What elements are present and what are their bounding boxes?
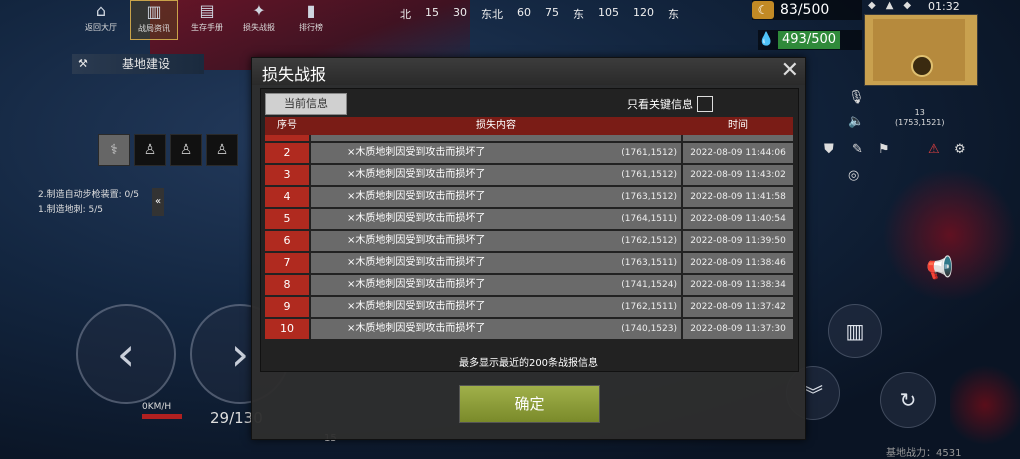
skill-slot[interactable]: ♙ <box>170 134 202 166</box>
table-row: 10 ×木质地刺因受到攻击而损坏了 (1740,1523) 2022-08-09 … <box>265 319 793 339</box>
header-time: 时间 <box>728 120 748 131</box>
skill-slot[interactable]: ♙ <box>206 134 238 166</box>
gear-icon[interactable]: ⚙ <box>954 142 966 157</box>
skill-slot[interactable]: ♙ <box>134 134 166 166</box>
shield-icon[interactable]: ⛊ <box>824 142 834 157</box>
warning-icon[interactable]: ⚠ <box>928 142 940 157</box>
nav-battle-report[interactable]: ✦ 损失战报 <box>236 0 282 38</box>
skill-bar: ⚕ ♙ ♙ ♙ <box>98 134 238 166</box>
quest-item[interactable]: 2.制造自动步枪装置: 0/5 <box>38 188 139 203</box>
vehicle-button[interactable]: ▥ <box>828 304 882 358</box>
clock: 01:32 <box>928 0 960 13</box>
base-strength: 基地战力：4531 <box>886 448 962 459</box>
header-content: 损失内容 <box>476 120 516 131</box>
barrel-icon: ▥ <box>845 319 865 343</box>
report-list[interactable]: 2 ×木质地刺因受到攻击而损坏了 (1761,1512) 2022-08-09 1… <box>265 135 793 367</box>
battle-report-icon: ✦ <box>252 1 266 20</box>
dialog-title: 损失战报 <box>262 65 327 84</box>
swap-seat-button[interactable]: ↻ <box>880 372 936 428</box>
collapse-quest-button[interactable]: « <box>152 188 164 216</box>
table-row: 5 ×木质地刺因受到攻击而损坏了 (1764,1511) 2022-08-09 1… <box>265 209 793 229</box>
book-icon: ▤ <box>199 1 215 20</box>
quest-item[interactable]: 1.制造地刺: 5/5 <box>38 203 139 218</box>
chevron-double-down-icon: ︾ <box>803 382 823 407</box>
skill-slot[interactable]: ⚕ <box>98 134 130 166</box>
key-info-filter[interactable]: 只看关键信息 <box>627 96 713 112</box>
status-icons: ◆▲◆ <box>868 0 922 11</box>
player-marker-icon <box>911 55 933 77</box>
home-icon: ⌂ <box>95 1 107 20</box>
wrench-icon: ⚒ <box>78 57 88 70</box>
close-icon[interactable]: ✕ <box>781 60 799 82</box>
chevron-left-icon: ‹ <box>116 327 136 381</box>
confirm-button[interactable]: 确定 <box>459 385 600 423</box>
flag-icon[interactable]: ⚑ <box>878 142 890 157</box>
table-header: 序号 损失内容 时间 <box>265 117 793 135</box>
table-row: 3 ×木质地刺因受到攻击而损坏了 (1761,1512) 2022-08-09 1… <box>265 165 793 185</box>
vehicle-speed: 0KM/H <box>142 402 182 419</box>
seat-rotate-icon: ↻ <box>899 388 917 412</box>
compass-strip: 北 15 30 东北 60 75 东 105 120 东 <box>400 6 679 21</box>
base-build-button[interactable]: ⚒ 基地建设 <box>72 54 204 74</box>
nav-leaderboard[interactable]: ▮ 排行榜 <box>288 0 334 38</box>
table-row-partial <box>265 135 793 141</box>
table-row: 2 ×木质地刺因受到攻击而损坏了 (1761,1512) 2022-08-09 1… <box>265 143 793 163</box>
speaker-icon[interactable]: 🔈 <box>848 114 864 129</box>
microphone-icon[interactable]: 🎙 <box>848 90 865 105</box>
bike-icon[interactable]: ◎ <box>848 168 859 183</box>
table-row: 7 ×木质地刺因受到攻击而损坏了 (1763,1511) 2022-08-09 1… <box>265 253 793 273</box>
map-coordinates: 13 (1753,1521) <box>895 108 945 127</box>
nav-home[interactable]: ⌂ 返回大厅 <box>78 0 124 38</box>
terrain-red-area <box>950 360 1020 450</box>
supply-resource: ☾ 83/500 <box>752 0 862 20</box>
top-nav: ⌂ 返回大厅 ▥ 战局资讯 ▤ 生存手册 ✦ 损失战报 ▮ 排行榜 <box>78 0 334 40</box>
report-panel: 当前信息 只看关键信息 序号 损失内容 时间 2 ×木质地刺因受到攻击而损坏了(… <box>260 88 799 372</box>
table-row: 8 ×木质地刺因受到攻击而损坏了 (1741,1524) 2022-08-09 1… <box>265 275 793 295</box>
dialog-titlebar: 损失战报 ✕ <box>252 58 805 85</box>
knife-icon[interactable]: ✎ <box>852 142 863 157</box>
tab-current-info[interactable]: 当前信息 <box>265 93 347 115</box>
news-icon: ▥ <box>146 2 162 21</box>
loss-report-dialog: 损失战报 ✕ 当前信息 只看关键信息 序号 损失内容 时间 2 ×木质地刺因受到… <box>251 57 806 440</box>
megaphone-icon[interactable]: 📢 <box>926 256 953 281</box>
minimap[interactable] <box>864 14 978 86</box>
water-resource: 💧 493/500 <box>758 30 862 50</box>
move-left-button[interactable]: ‹ <box>76 304 176 404</box>
water-drop-icon: 💧 <box>758 32 775 47</box>
nav-handbook[interactable]: ▤ 生存手册 <box>184 0 230 38</box>
footer-note: 最多显示最近的200条战报信息 <box>458 358 599 369</box>
key-info-checkbox[interactable] <box>697 96 713 112</box>
header-index: 序号 <box>277 120 297 131</box>
quest-list: 2.制造自动步枪装置: 0/5 1.制造地刺: 5/5 <box>38 188 139 218</box>
moon-icon: ☾ <box>752 1 774 19</box>
fuel-bar <box>142 414 182 419</box>
table-row: 4 ×木质地刺因受到攻击而损坏了 (1763,1512) 2022-08-09 1… <box>265 187 793 207</box>
leaderboard-icon: ▮ <box>306 1 316 20</box>
nav-news[interactable]: ▥ 战局资讯 <box>130 0 178 40</box>
table-row: 6 ×木质地刺因受到攻击而损坏了 (1762,1512) 2022-08-09 1… <box>265 231 793 251</box>
table-row: 9 ×木质地刺因受到攻击而损坏了 (1762,1511) 2022-08-09 1… <box>265 297 793 317</box>
